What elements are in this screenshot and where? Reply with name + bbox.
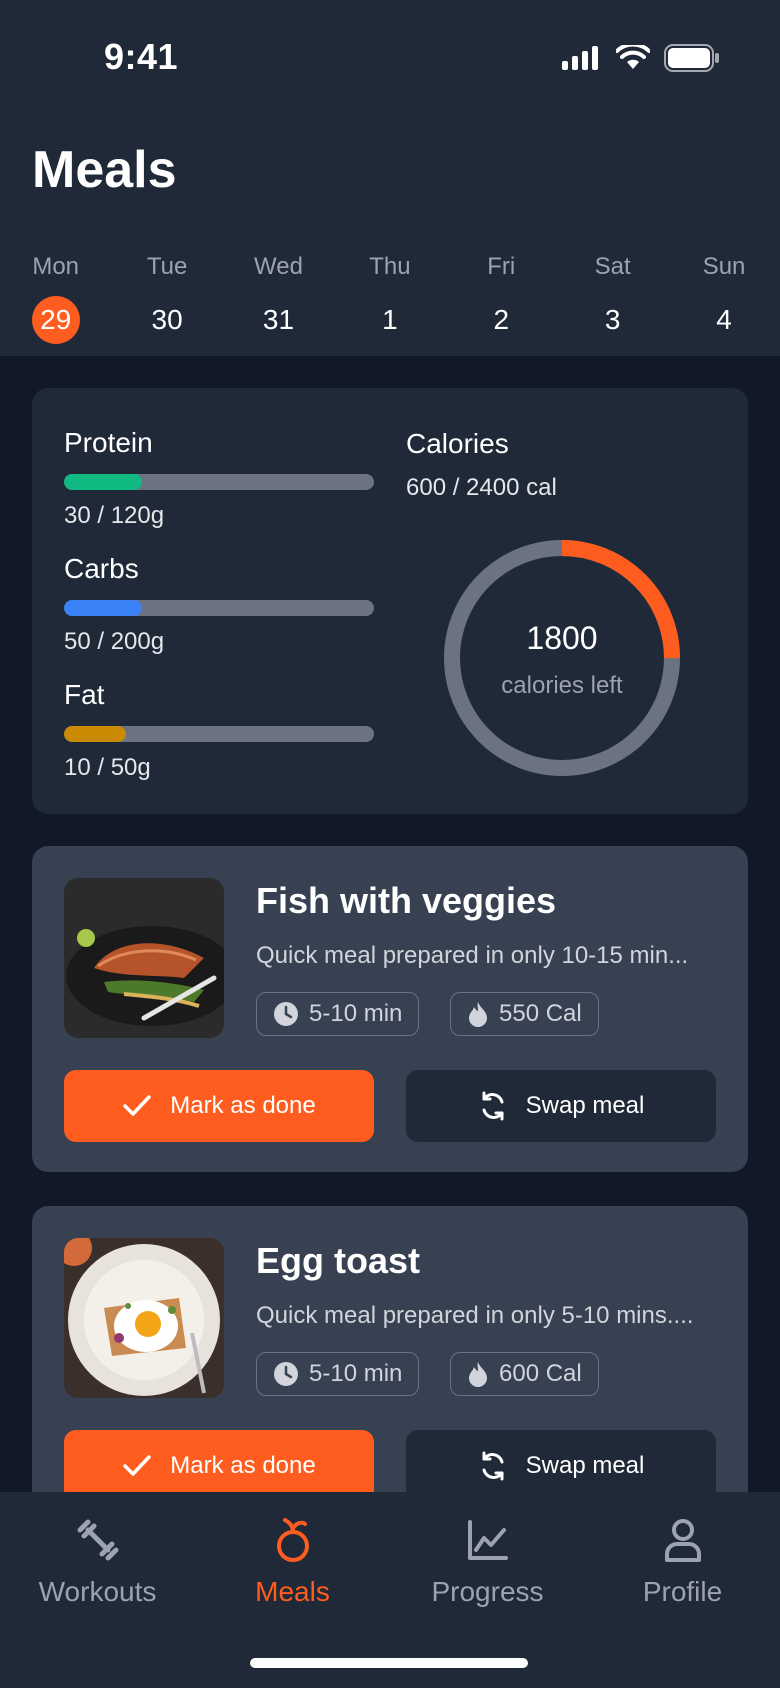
mark-as-done-label: Mark as done — [170, 1092, 316, 1119]
battery-icon — [664, 44, 719, 72]
tab-workouts[interactable]: Workouts — [0, 1512, 195, 1608]
macro-label: Fat — [64, 679, 105, 710]
prep-time-text: 5-10 min — [309, 1000, 403, 1027]
flame-icon — [469, 1002, 487, 1027]
swap-meal-button[interactable]: Swap meal — [406, 1070, 716, 1142]
tab-progress[interactable]: Progress — [390, 1512, 585, 1608]
day-thu[interactable]: Thu 1 — [334, 250, 445, 344]
macro-value: 30 / 120g — [64, 502, 165, 529]
day-mon[interactable]: Mon 29 — [0, 250, 111, 344]
prep-time-chip: 5-10 min — [256, 992, 420, 1036]
week-selector: Mon 29 Tue 30 Wed 31 Thu 1 Fri 2 Sat 3 S… — [0, 250, 780, 344]
meal-description: Quick meal prepared in only 10-15 min... — [256, 942, 689, 969]
tab-profile[interactable]: Profile — [585, 1512, 780, 1608]
calories-chip: 600 Cal — [450, 1352, 599, 1396]
prep-time-chip: 5-10 min — [256, 1352, 420, 1396]
day-name: Mon — [32, 253, 80, 280]
swap-meal-label: Swap meal — [525, 1452, 645, 1479]
signal-icon — [562, 46, 598, 70]
calories-chip: 550 Cal — [450, 992, 599, 1036]
progress-bar — [64, 474, 374, 490]
flame-icon — [469, 1362, 487, 1387]
day-number: 29 — [31, 296, 80, 344]
dumbbell-icon — [77, 1519, 118, 1561]
calories-left-caption: calories left — [501, 672, 623, 699]
macro-fat: Fat 10 / 50g — [64, 678, 374, 782]
day-sun[interactable]: Sun 4 — [668, 250, 779, 344]
calories-label: Calories — [406, 428, 509, 459]
swap-meal-label: Swap meal — [525, 1092, 645, 1119]
macro-value: 10 / 50g — [64, 754, 151, 781]
prep-time-text: 5-10 min — [309, 1360, 403, 1387]
macro-carbs: Carbs 50 / 200g — [64, 552, 374, 656]
check-icon — [123, 1095, 152, 1116]
clock-icon — [274, 1362, 298, 1386]
day-tue[interactable]: Tue 30 — [111, 250, 222, 344]
user-icon — [664, 1519, 701, 1562]
page-title: Meals — [32, 141, 177, 199]
status-time: 9:41 — [104, 36, 179, 77]
calories-text: 600 Cal — [499, 1360, 582, 1387]
mark-as-done-label: Mark as done — [170, 1452, 316, 1479]
calories-ring — [444, 540, 680, 776]
check-icon — [123, 1455, 152, 1476]
day-name: Thu — [369, 253, 411, 280]
wifi-icon — [616, 45, 650, 69]
progress-bar — [64, 600, 374, 616]
tab-label: Workouts — [38, 1576, 157, 1607]
progress-bar — [64, 726, 374, 742]
meal-title: Egg toast — [256, 1240, 421, 1281]
macro-value: 50 / 200g — [64, 628, 165, 655]
day-number: 3 — [604, 304, 621, 335]
tab-label: Meals — [255, 1576, 330, 1607]
day-number: 31 — [262, 304, 295, 335]
meal-card: Egg toast Quick meal prepared in only 5-… — [32, 1206, 748, 1532]
tab-label: Profile — [642, 1576, 723, 1607]
tab-meals[interactable]: Meals — [195, 1512, 390, 1608]
day-fri[interactable]: Fri 2 — [446, 250, 557, 344]
day-name: Tue — [146, 253, 188, 280]
meal-title: Fish with veggies — [256, 880, 557, 921]
meal-image — [64, 1238, 224, 1398]
progress-fill — [64, 726, 126, 742]
swap-icon — [482, 1451, 504, 1481]
day-number: 4 — [716, 304, 732, 335]
clock-icon — [274, 1002, 298, 1026]
macro-label: Carbs — [64, 553, 139, 584]
meal-description: Quick meal prepared in only 5-10 mins...… — [256, 1302, 694, 1329]
tab-label: Progress — [431, 1576, 544, 1607]
day-name: Wed — [254, 253, 303, 280]
day-name: Sat — [594, 253, 631, 280]
swap-icon — [482, 1091, 504, 1121]
day-number: 2 — [493, 304, 510, 335]
day-sat[interactable]: Sat 3 — [557, 250, 668, 344]
home-indicator — [250, 1658, 528, 1668]
day-number: 30 — [151, 304, 183, 335]
status-icons — [562, 44, 720, 72]
meal-card: Fish with veggies Quick meal prepared in… — [32, 846, 748, 1172]
progress-fill — [64, 474, 142, 490]
mark-as-done-button[interactable]: Mark as done — [64, 1070, 374, 1142]
day-name: Fri — [487, 253, 516, 280]
header: 9:41 Meals Mon 29 Tue 30 Wed 31 Thu 1 Fr… — [0, 0, 780, 356]
calories-left-number: 1800 — [526, 620, 598, 656]
day-number: 1 — [382, 304, 398, 335]
calories-text: 550 Cal — [499, 1000, 582, 1027]
meal-image — [64, 878, 224, 1038]
calories-value: 600 / 2400 cal — [406, 474, 557, 501]
macro-label: Protein — [64, 427, 153, 458]
day-name: Sun — [702, 253, 746, 280]
fruit-icon — [276, 1518, 309, 1562]
chart-icon — [467, 1520, 508, 1560]
progress-fill — [64, 600, 142, 616]
nutrition-summary-card: Protein 30 / 120g Carbs 50 / 200g Fat 10… — [32, 388, 748, 814]
macro-protein: Protein 30 / 120g — [64, 426, 374, 530]
day-wed[interactable]: Wed 31 — [223, 250, 334, 344]
